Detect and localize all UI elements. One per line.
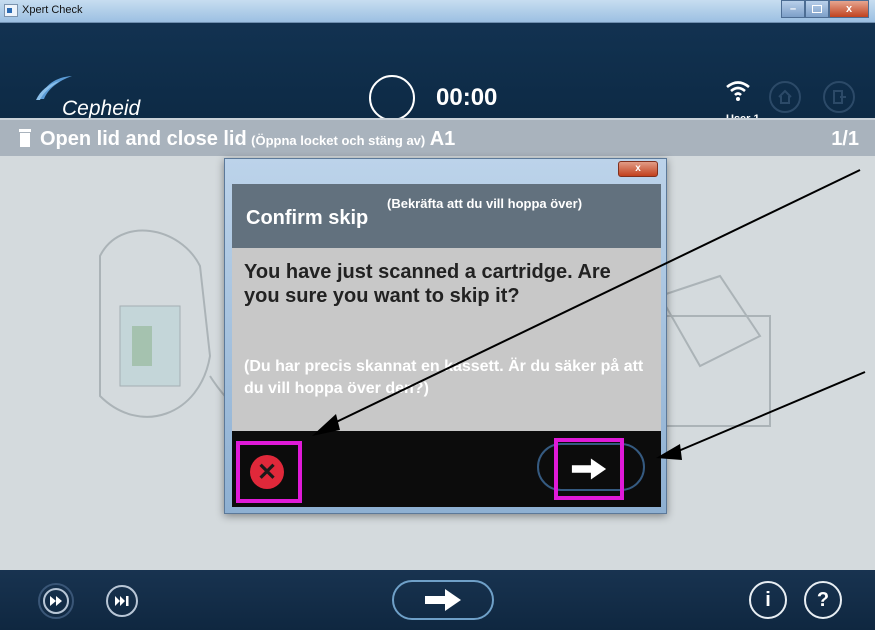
home-icon [778, 89, 792, 104]
help-button[interactable]: ? [804, 581, 842, 619]
dialog-title-bar: Confirm skip (Bekräfta att du vill hoppa… [232, 184, 661, 248]
app-window: Xpert Check – x Cepheid 00:00 Use [0, 0, 875, 630]
home-button[interactable] [769, 81, 801, 113]
exit-door-icon [833, 90, 846, 104]
dialog-title: Confirm skip [246, 207, 369, 229]
exit-button[interactable] [823, 81, 855, 113]
dialog-title-sv: (Bekräfta att du vill hoppa över) [387, 196, 583, 211]
dialog-question-sv: (Du har precis skannat en kassett. Är du… [244, 358, 644, 397]
wifi-icon [726, 81, 750, 101]
info-button[interactable]: i [749, 581, 787, 619]
right-arrow-icon [425, 589, 461, 611]
skip-to-end-icon [115, 596, 129, 606]
footer-bar: i ? [0, 570, 875, 630]
cancel-x-icon: ✕ [250, 455, 284, 489]
window-close-button[interactable]: x [829, 0, 869, 18]
next-button[interactable] [392, 580, 494, 620]
dialog-footer: ✕ [232, 431, 661, 507]
right-arrow-icon [571, 458, 607, 480]
step-title: Open lid and close lid (Öppna locket och… [40, 128, 455, 151]
step-position: A1 [429, 128, 456, 150]
maximize-icon [812, 5, 822, 13]
step-title-en: Open lid and close lid [40, 128, 247, 150]
fast-forward-icon [50, 596, 62, 606]
timer-display: 00:00 [436, 84, 498, 111]
cancel-skip-button[interactable]: ✕ [236, 441, 302, 503]
skip-to-end-button[interactable] [106, 585, 138, 617]
fast-forward-button[interactable] [38, 583, 74, 619]
maximize-button[interactable] [805, 0, 829, 18]
window-title: Xpert Check [22, 4, 83, 16]
step-bar: Open lid and close lid (Öppna locket och… [0, 118, 875, 156]
timer-ring [369, 75, 415, 121]
app-header: Cepheid 00:00 User 1 [0, 23, 875, 125]
minimize-button[interactable]: – [781, 0, 805, 18]
confirm-skip-dialog: x Confirm skip (Bekräfta att du vill hop… [224, 158, 667, 514]
dialog-body: You have just scanned a cartridge. Are y… [232, 248, 661, 431]
window-titlebar: Xpert Check – x [0, 0, 875, 23]
confirm-skip-button[interactable] [554, 438, 624, 500]
step-title-sv: (Öppna locket och stäng av) [251, 133, 426, 148]
dialog-close-button[interactable]: x [618, 161, 658, 177]
dialog-question: You have just scanned a cartridge. Are y… [244, 261, 611, 307]
minimize-icon: – [789, 3, 797, 15]
cartridge-icon [19, 129, 31, 147]
step-counter: 1/1 [831, 128, 859, 150]
app-icon [4, 4, 18, 17]
